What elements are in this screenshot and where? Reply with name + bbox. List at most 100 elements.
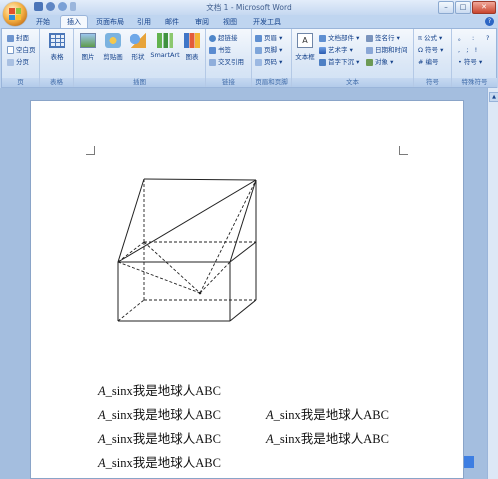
blank-page-icon <box>7 46 14 54</box>
crop-mark-top-left <box>86 146 95 155</box>
page-number-icon <box>255 58 262 66</box>
special-colon-button[interactable]: : <box>472 33 474 43</box>
page-break-icon <box>7 58 14 66</box>
footer-button[interactable]: 页脚 ▾ <box>255 45 282 55</box>
bookmark-button[interactable]: 书签 <box>209 45 231 55</box>
footer-icon <box>255 46 262 54</box>
group-label-links: 链接 <box>206 78 251 87</box>
clip-art-button[interactable]: 剪贴画 <box>100 33 126 61</box>
group-symbols: π 公式 ▾ Ω 符号 ▾ # 编号 符号 <box>414 29 452 87</box>
signature-line-icon <box>366 34 373 42</box>
cross-reference-icon <box>209 58 216 66</box>
help-icon[interactable]: ? <box>485 17 494 26</box>
signature-line-button[interactable]: 签名行 ▾ <box>366 33 400 43</box>
tab-references[interactable]: 引用 <box>134 16 154 28</box>
special-period-button[interactable]: 。 <box>458 33 465 43</box>
drop-cap-button[interactable]: 首字下沉 ▾ <box>319 57 359 67</box>
special-bullets-row: , ; ! <box>458 46 478 54</box>
object-icon <box>366 58 373 66</box>
scroll-up-icon[interactable]: ▲ <box>489 92 498 102</box>
hyperlink-icon <box>209 34 216 42</box>
tab-developer[interactable]: 开发工具 <box>250 16 284 28</box>
title-bar: 文档 1 - Microsoft Word – □ ✕ <box>0 0 498 15</box>
drop-cap-icon <box>319 58 326 66</box>
page-number-button[interactable]: 页码 ▾ <box>255 57 282 67</box>
tab-home[interactable]: 开始 <box>32 16 54 28</box>
group-links: 超链接 书签 交叉引用 链接 <box>206 29 252 87</box>
group-header-footer: 页眉 ▾ 页脚 ▾ 页码 ▾ 页眉和页脚 <box>252 29 292 87</box>
group-label-pages: 页 <box>2 78 39 87</box>
header-button[interactable]: 页眉 ▾ <box>255 33 282 43</box>
group-label-header-footer: 页眉和页脚 <box>252 78 291 87</box>
wordart-button[interactable]: 艺术字 ▾ <box>319 45 353 55</box>
table-button[interactable]: 表格 <box>44 33 70 61</box>
group-pages: 封面 空白页 分页 页 <box>2 29 40 87</box>
group-label-text: 文本 <box>292 78 413 87</box>
clip-art-icon <box>105 33 121 48</box>
group-illustrations: 图片 剪贴画 形状 SmartArt 图表 插图 <box>74 29 206 87</box>
cross-reference-button[interactable]: 交叉引用 <box>209 57 244 67</box>
window-title: 文档 1 - Microsoft Word <box>206 3 292 12</box>
text-line-1-col-1: A_sinx我是地球人ABC <box>98 384 221 398</box>
vertical-scrollbar[interactable]: ▲ <box>487 88 498 479</box>
date-time-button[interactable]: 日期和时间 <box>366 45 408 55</box>
shapes-button[interactable]: 形状 <box>128 33 148 61</box>
ribbon-tabs: 开始 插入 页面布局 引用 邮件 审阅 视图 开发工具 ? <box>0 15 498 29</box>
date-time-icon <box>366 46 373 54</box>
numbering-button[interactable]: # 编号 <box>418 57 439 67</box>
group-table: 表格 表格 <box>40 29 74 87</box>
bookmark-icon <box>209 46 216 54</box>
tab-insert[interactable]: 插入 <box>60 15 88 29</box>
textbox-button[interactable]: A 文本框 <box>294 33 316 61</box>
group-label-special-symbols: 特殊符号 <box>452 78 497 87</box>
maximize-button[interactable]: □ <box>455 1 471 14</box>
quick-parts-button[interactable]: 文档部件 ▾ <box>319 33 359 43</box>
group-special-symbols: 。 : ? , ; ! • 符号 ▾ 特殊符号 <box>452 29 497 87</box>
office-button[interactable] <box>3 2 27 26</box>
tab-view[interactable]: 视图 <box>220 16 240 28</box>
blank-page-button[interactable]: 空白页 <box>7 45 36 55</box>
quick-parts-icon <box>319 34 326 42</box>
chart-button[interactable]: 图表 <box>182 33 202 61</box>
chart-icon <box>184 33 200 48</box>
table-icon <box>49 33 65 48</box>
text-line-3-col-1: A_sinx我是地球人ABC <box>98 432 221 446</box>
shapes-icon <box>130 33 146 48</box>
tab-mailings[interactable]: 邮件 <box>162 16 182 28</box>
smartart-icon <box>157 33 173 48</box>
smartart-button[interactable]: SmartArt <box>150 33 180 59</box>
group-label-illustrations: 插图 <box>74 78 205 87</box>
hash-icon: # <box>418 58 426 66</box>
textbox-icon: A <box>297 33 313 48</box>
prism-figure <box>117 178 257 322</box>
close-button[interactable]: ✕ <box>472 1 496 14</box>
watermark-badge <box>464 456 474 468</box>
picture-button[interactable]: 图片 <box>78 33 98 61</box>
tab-review[interactable]: 审阅 <box>192 16 212 28</box>
text-line-4-col-1: A_sinx我是地球人ABC <box>98 456 221 470</box>
group-text: A 文本框 文档部件 ▾ 签名行 ▾ 艺术字 ▾ 日期和时间 首字下沉 ▾ 对象 … <box>292 29 414 87</box>
cover-page-icon <box>7 34 14 42</box>
ribbon: 封面 空白页 分页 页 表格 表格 图片 剪贴画 形状 SmartArt 图表 … <box>1 28 497 88</box>
group-label-table: 表格 <box>40 78 73 87</box>
word-window: 文档 1 - Microsoft Word – □ ✕ 开始 插入 页面布局 引… <box>0 0 498 479</box>
text-line-2-col-1: A_sinx我是地球人ABC <box>98 408 221 422</box>
crop-mark-top-right <box>399 146 408 155</box>
omega-icon: Ω <box>418 46 426 54</box>
object-button[interactable]: 对象 ▾ <box>366 57 393 67</box>
tab-page-layout[interactable]: 页面布局 <box>92 16 128 28</box>
window-controls: – □ ✕ <box>438 1 496 14</box>
hyperlink-button[interactable]: 超链接 <box>209 33 238 43</box>
symbol-button[interactable]: Ω 符号 ▾ <box>418 45 443 55</box>
special-question-button[interactable]: ? <box>486 33 489 43</box>
equation-button[interactable]: π 公式 ▾ <box>418 33 442 43</box>
text-line-2-col-2: A_sinx我是地球人ABC <box>266 408 389 422</box>
group-label-symbols: 符号 <box>414 78 451 87</box>
office-logo-icon <box>9 8 21 20</box>
minimize-button[interactable]: – <box>438 1 454 14</box>
header-icon <box>255 34 262 42</box>
special-symbol-button[interactable]: • 符号 ▾ <box>458 57 482 67</box>
page-break-button[interactable]: 分页 <box>7 57 29 67</box>
cover-page-button[interactable]: 封面 <box>7 33 29 43</box>
wordart-icon <box>319 46 326 54</box>
